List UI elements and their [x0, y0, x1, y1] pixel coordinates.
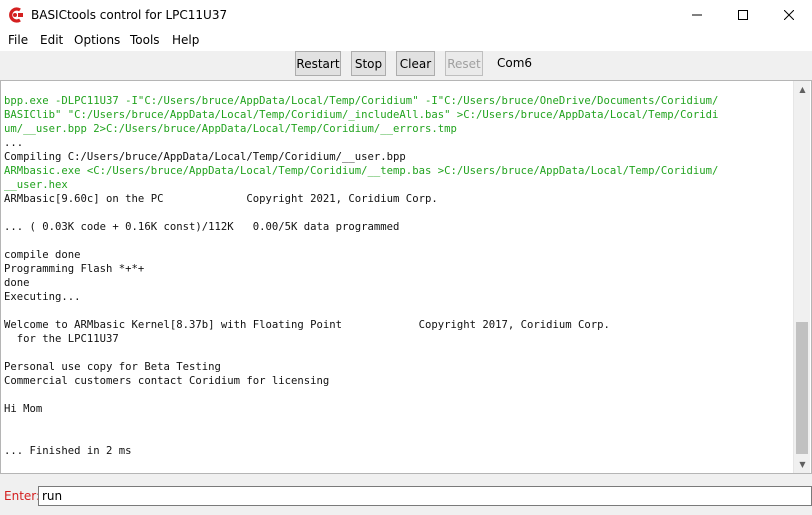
clear-button[interactable]: Clear	[396, 51, 435, 76]
console-line: Personal use copy for Beta Testing	[4, 361, 221, 373]
reset-button[interactable]: Reset	[445, 51, 483, 76]
minimize-icon	[692, 14, 702, 16]
console-line: bpp.exe -DLPC11U37 -I"C:/Users/bruce/App…	[4, 95, 719, 107]
vertical-scrollbar[interactable]: ▲ ▼	[793, 81, 810, 473]
console-text: bpp.exe -DLPC11U37 -I"C:/Users/bruce/App…	[4, 94, 790, 472]
console-line: Welcome to ARMbasic Kernel[8.37b] with F…	[4, 319, 610, 331]
maximize-button[interactable]	[720, 0, 766, 30]
console-line: Commercial customers contact Coridium fo…	[4, 375, 330, 387]
console-line: done	[4, 277, 30, 289]
console-line: ... Finished in 2 ms	[4, 445, 132, 457]
title-bar: BASICtools control for LPC11U37	[0, 0, 812, 30]
console-line: ARMbasic.exe <C:/Users/bruce/AppData/Loc…	[4, 165, 719, 177]
scrollbar-thumb[interactable]	[796, 322, 808, 454]
menu-help[interactable]: Help	[172, 33, 199, 47]
console-line: Executing...	[4, 291, 81, 303]
maximize-icon	[738, 10, 748, 20]
console-line: um/__user.bpp 2>C:/Users/bruce/AppData/L…	[4, 123, 457, 135]
console-line: __user.hex	[4, 179, 68, 191]
coridium-logo-icon	[9, 7, 23, 23]
window-title: BASICtools control for LPC11U37	[31, 8, 228, 22]
console-line: Hi Mom	[4, 403, 43, 415]
console-line: ... ( 0.03K code + 0.16K const)/112K 0.0…	[4, 221, 400, 233]
stop-button[interactable]: Stop	[351, 51, 386, 76]
scroll-up-arrow-icon[interactable]: ▲	[794, 81, 811, 98]
toolbar: Restart Stop Clear Reset Com6	[0, 51, 812, 78]
enter-label: Enter:	[4, 489, 41, 503]
menu-options[interactable]: Options	[74, 33, 120, 47]
com-port-label: Com6	[497, 56, 533, 70]
console-line: Programming Flash *+*+	[4, 263, 145, 275]
console-line: BASIClib" "C:/Users/bruce/AppData/Local/…	[4, 109, 719, 121]
command-input[interactable]	[38, 486, 812, 506]
close-button[interactable]	[766, 0, 812, 30]
menu-edit[interactable]: Edit	[40, 33, 63, 47]
console-line: ...	[4, 137, 24, 149]
restart-button[interactable]: Restart	[295, 51, 341, 76]
console-line: for the LPC11U37	[4, 333, 119, 345]
menu-file[interactable]: File	[8, 33, 28, 47]
console-output[interactable]: bpp.exe -DLPC11U37 -I"C:/Users/bruce/App…	[0, 80, 812, 474]
console-line: ARMbasic[9.60c] on the PC Copyright 2021…	[4, 193, 438, 205]
menu-tools[interactable]: Tools	[130, 33, 160, 47]
scroll-down-arrow-icon[interactable]: ▼	[794, 456, 811, 473]
close-icon	[784, 10, 794, 20]
enter-row: Enter:	[0, 484, 812, 508]
menu-bar: File Edit Options Tools Help	[0, 30, 812, 51]
console-line: Compiling C:/Users/bruce/AppData/Local/T…	[4, 151, 406, 163]
minimize-button[interactable]	[674, 0, 720, 30]
console-line: compile done	[4, 249, 81, 261]
